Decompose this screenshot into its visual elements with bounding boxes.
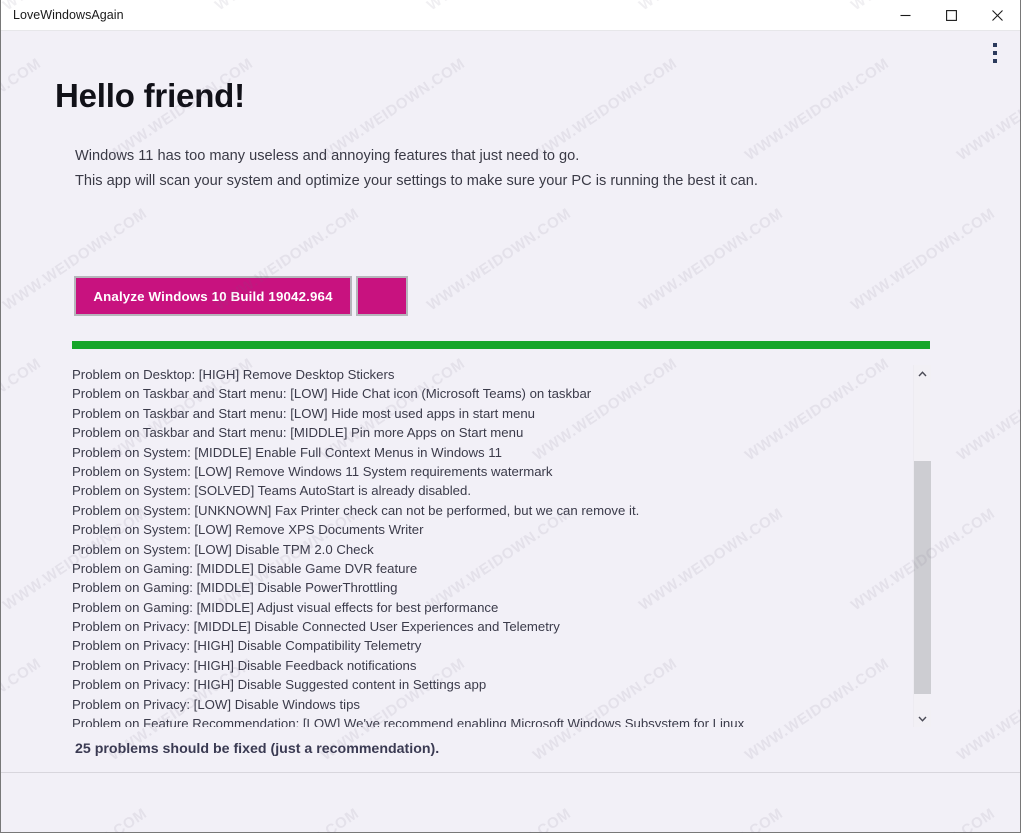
- intro-text: Windows 11 has too many useless and anno…: [75, 148, 758, 189]
- action-button-row: Analyze Windows 10 Build 19042.964: [74, 276, 408, 316]
- problem-list-item[interactable]: Problem on Privacy: [HIGH] Disable Sugge…: [72, 675, 907, 694]
- problem-list-area: Problem on Desktop: [HIGH] Remove Deskto…: [72, 365, 931, 727]
- close-button[interactable]: [974, 0, 1020, 31]
- problem-list-scrollbar[interactable]: [913, 365, 931, 727]
- problem-list-item[interactable]: Problem on Gaming: [MIDDLE] Disable Powe…: [72, 578, 907, 597]
- chevron-up-icon: [918, 370, 927, 376]
- title-bar: LoveWindowsAgain: [1, 0, 1020, 31]
- problem-list-item[interactable]: Problem on Taskbar and Start menu: [LOW]…: [72, 404, 907, 423]
- scan-progress-bar: [72, 341, 930, 349]
- bottom-bar: More Tools! Select...: [1, 773, 1020, 832]
- problem-list-item[interactable]: Problem on Taskbar and Start menu: [MIDD…: [72, 423, 907, 442]
- chevron-down-icon: [918, 716, 927, 722]
- problem-summary: 25 problems should be fixed (just a reco…: [75, 741, 440, 757]
- problem-list-item[interactable]: Problem on System: [LOW] Remove Windows …: [72, 462, 907, 481]
- page-title: Hello friend!: [55, 77, 245, 114]
- problem-list-item[interactable]: Problem on Privacy: [LOW] Disable Window…: [72, 695, 907, 714]
- minimize-icon: [900, 14, 910, 16]
- problem-list-item[interactable]: Problem on System: [SOLVED] Teams AutoSt…: [72, 481, 907, 500]
- problem-list-item[interactable]: Problem on Privacy: [HIGH] Disable Feedb…: [72, 656, 907, 675]
- kebab-dot-1: [993, 43, 997, 47]
- kebab-dot-3: [993, 59, 997, 63]
- scan-progress-fill: [72, 341, 930, 349]
- problem-list-item[interactable]: Problem on System: [LOW] Disable TPM 2.0…: [72, 540, 907, 559]
- problem-list-item[interactable]: Problem on System: [UNKNOWN] Fax Printer…: [72, 501, 907, 520]
- problem-list[interactable]: Problem on Desktop: [HIGH] Remove Deskto…: [72, 365, 907, 727]
- problem-list-item[interactable]: Problem on System: [LOW] Remove XPS Docu…: [72, 520, 907, 539]
- window-title: LoveWindowsAgain: [13, 8, 124, 22]
- problem-list-item[interactable]: Problem on Desktop: [HIGH] Remove Deskto…: [72, 365, 907, 384]
- maximize-icon: [945, 9, 957, 21]
- problem-list-item[interactable]: Problem on Privacy: [MIDDLE] Disable Con…: [72, 617, 907, 636]
- problem-list-item[interactable]: Problem on Gaming: [MIDDLE] Adjust visua…: [72, 598, 907, 617]
- problem-list-item[interactable]: Problem on Feature Recommendation: [LOW]…: [72, 714, 907, 727]
- problem-list-item[interactable]: Problem on Gaming: [MIDDLE] Disable Game…: [72, 559, 907, 578]
- problem-list-item[interactable]: Problem on Taskbar and Start menu: [LOW]…: [72, 384, 907, 403]
- kebab-dot-2: [993, 51, 997, 55]
- problem-list-item[interactable]: Problem on System: [MIDDLE] Enable Full …: [72, 443, 907, 462]
- scroll-down-button[interactable]: [914, 710, 931, 727]
- close-icon: [991, 9, 1003, 21]
- window-controls: [882, 0, 1020, 31]
- maximize-button[interactable]: [928, 0, 974, 31]
- kebab-menu-icon[interactable]: [984, 40, 1006, 66]
- scrollbar-thumb[interactable]: [914, 461, 931, 694]
- problem-list-item[interactable]: Problem on Privacy: [HIGH] Disable Compa…: [72, 636, 907, 655]
- secondary-action-button[interactable]: [356, 276, 408, 316]
- minimize-button[interactable]: [882, 0, 928, 31]
- scroll-up-button[interactable]: [914, 365, 931, 382]
- app-window: LoveWindowsAgain Hello friend! Windows 1…: [0, 0, 1021, 833]
- analyze-button[interactable]: Analyze Windows 10 Build 19042.964: [74, 276, 352, 316]
